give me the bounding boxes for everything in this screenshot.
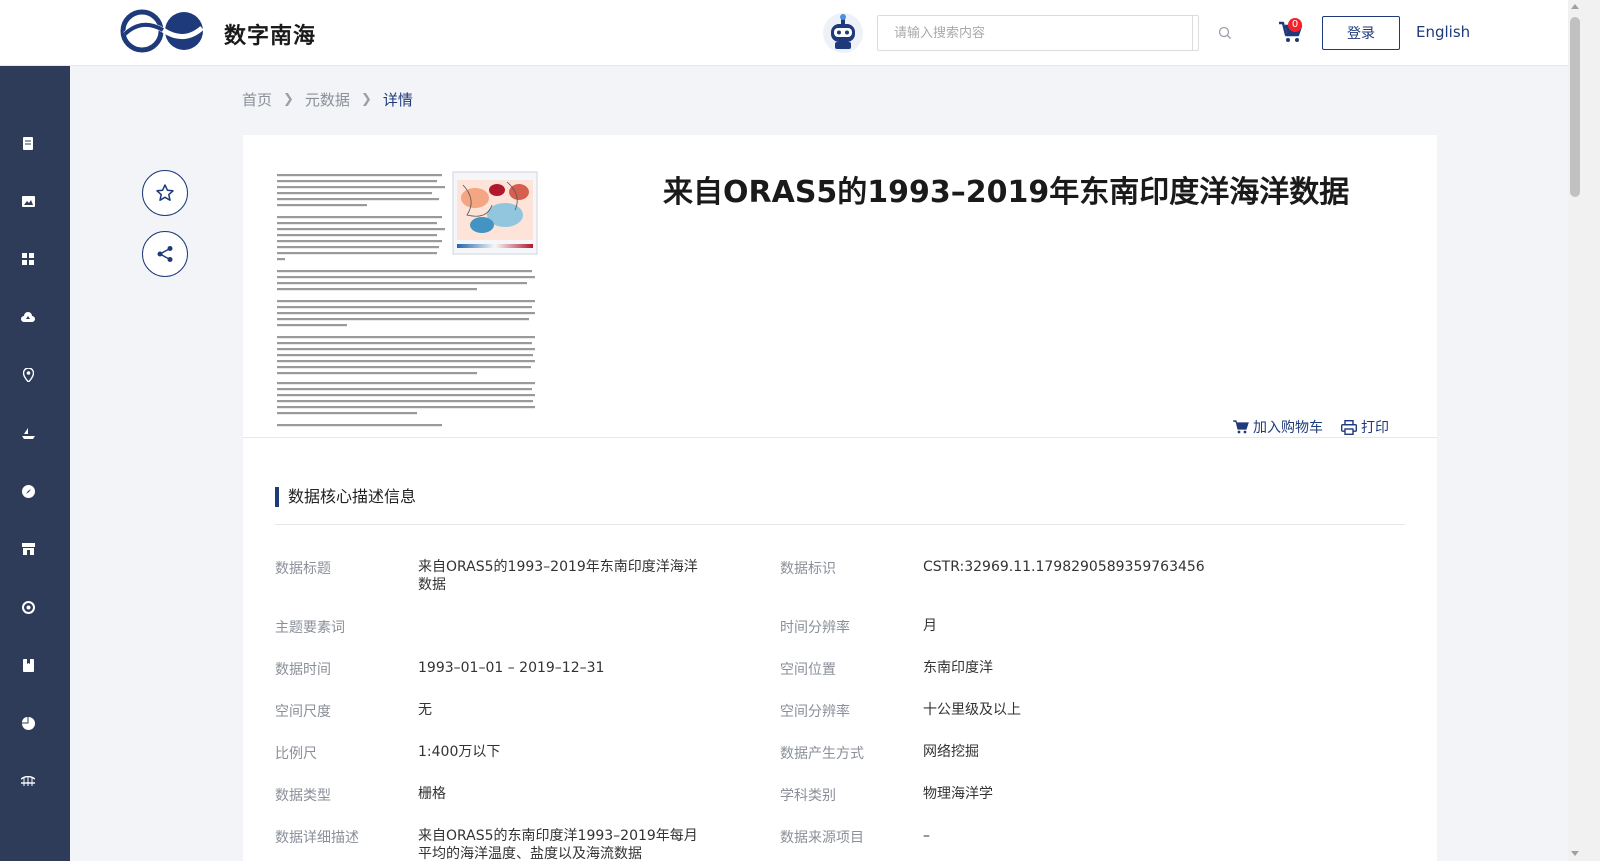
scroll-thumb[interactable] xyxy=(1570,17,1580,197)
field-label: 空间尺度 xyxy=(275,704,331,720)
field-label: 数据标题 xyxy=(275,561,331,577)
section-divider xyxy=(275,524,1405,525)
search-icon xyxy=(1218,26,1231,39)
storefront-icon[interactable] xyxy=(21,542,35,556)
print-label: 打印 xyxy=(1361,420,1389,436)
field-label: 主题要素词 xyxy=(275,620,345,636)
field-value: 东南印度洋 xyxy=(923,660,993,676)
field-label: 数据产生方式 xyxy=(780,746,864,762)
login-button[interactable]: 登录 xyxy=(1322,16,1400,50)
dataset-thumbnail[interactable] xyxy=(277,170,539,432)
bookmark-icon[interactable] xyxy=(21,658,35,672)
grid-icon[interactable] xyxy=(21,252,35,266)
top-header: 数字南海 0 登录 English xyxy=(0,0,1568,66)
image-icon[interactable] xyxy=(21,194,35,208)
add-to-cart-label: 加入购物车 xyxy=(1253,420,1323,436)
assistant-robot-icon[interactable] xyxy=(822,12,864,54)
breadcrumb: 首页 ❯ 元数据 ❯ 详情 xyxy=(242,89,413,110)
add-to-cart-button[interactable]: 加入购物车 xyxy=(1233,417,1323,437)
chart-pie-icon[interactable] xyxy=(21,716,35,730)
location-pin-icon[interactable] xyxy=(21,368,35,382)
document-icon[interactable] xyxy=(21,136,35,150)
cart-icon xyxy=(1233,420,1249,434)
share-button[interactable] xyxy=(142,231,188,277)
chevron-right-icon: ❯ xyxy=(360,92,372,107)
bridge-icon[interactable] xyxy=(21,774,35,788)
field-value: 十公里级及以上 xyxy=(923,702,1021,718)
field-label: 数据来源项目 xyxy=(780,830,864,846)
search-input[interactable] xyxy=(878,16,1191,50)
left-sidebar xyxy=(0,66,70,861)
chevron-right-icon: ❯ xyxy=(283,92,294,107)
dataset-title: 来自ORAS5的1993–2019年东南印度洋海洋数据 xyxy=(663,175,1350,210)
breadcrumb-home[interactable]: 首页 xyxy=(242,89,272,110)
search-box xyxy=(877,15,1231,51)
print-button[interactable]: 打印 xyxy=(1341,417,1389,437)
detail-card: 来自ORAS5的1993–2019年东南印度洋海洋数据 加入购物车 打印 数据核… xyxy=(243,135,1437,861)
field-label: 时间分辨率 xyxy=(780,620,850,636)
breadcrumb-current: 详情 xyxy=(382,91,413,109)
share-icon xyxy=(157,246,173,262)
printer-icon xyxy=(1341,419,1357,435)
compass-icon[interactable] xyxy=(21,484,35,498)
scroll-down-arrow[interactable] xyxy=(1571,851,1579,856)
cloud-upload-icon[interactable] xyxy=(21,310,35,324)
ship-icon[interactable] xyxy=(21,426,35,440)
section-title: 数据核心描述信息 xyxy=(275,487,416,507)
field-label: 数据详细描述 xyxy=(275,830,359,846)
field-value: 栅格 xyxy=(418,786,446,802)
search-button[interactable] xyxy=(1192,16,1256,50)
field-value: 1:400万以下 xyxy=(418,744,501,760)
field-label: 比例尺 xyxy=(275,746,317,762)
field-value: 1993–01–01 – 2019–12–31 xyxy=(418,660,605,676)
field-label: 空间分辨率 xyxy=(780,704,850,720)
field-label: 空间位置 xyxy=(780,662,836,678)
field-value: 网络挖掘 xyxy=(923,744,979,760)
cart-count-badge: 0 xyxy=(1288,18,1302,32)
field-value: – xyxy=(923,828,930,844)
star-icon xyxy=(156,184,174,201)
page-scrollbar[interactable] xyxy=(1568,0,1600,861)
field-value: 物理海洋学 xyxy=(923,786,993,802)
field-label: 数据标识 xyxy=(780,561,836,577)
divider xyxy=(243,437,1437,438)
breadcrumb-metadata[interactable]: 元数据 xyxy=(305,89,350,110)
site-logo[interactable] xyxy=(120,8,206,54)
field-label: 数据类型 xyxy=(275,788,331,804)
field-value: 月 xyxy=(923,618,937,634)
field-value: 来自ORAS5的1993–2019年东南印度洋海洋数据 xyxy=(418,559,698,593)
field-value: 无 xyxy=(418,702,432,718)
scroll-up-arrow[interactable] xyxy=(1571,4,1579,9)
field-label: 数据时间 xyxy=(275,662,331,678)
field-value: CSTR:32969.11.1798290589359763456 xyxy=(923,559,1205,575)
target-icon[interactable] xyxy=(21,600,35,614)
favorite-button[interactable] xyxy=(142,170,188,216)
field-value: 来自ORAS5的东南印度洋1993–2019年每月平均的海洋温度、盐度以及海流数… xyxy=(418,828,698,861)
detail-actions: 加入购物车 打印 xyxy=(1233,417,1407,437)
field-label: 学科类别 xyxy=(780,788,836,804)
language-switch[interactable]: English xyxy=(1416,23,1470,41)
brand-name[interactable]: 数字南海 xyxy=(224,18,316,50)
